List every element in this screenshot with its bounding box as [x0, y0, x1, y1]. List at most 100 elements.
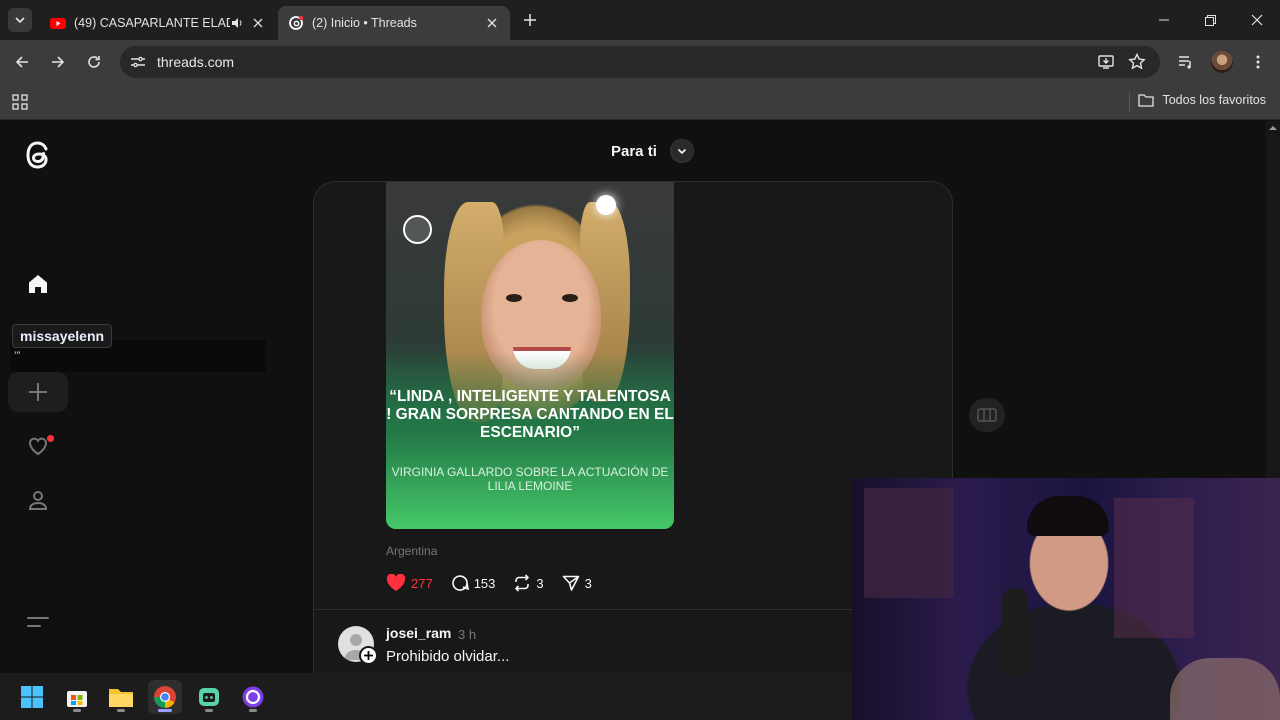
account-tooltip: missayelenn	[12, 324, 113, 348]
user-icon	[28, 491, 48, 510]
threads-icon	[289, 15, 304, 30]
reply-text: Prohibido olvidar...	[386, 648, 510, 665]
chat-app[interactable]	[192, 680, 226, 714]
post-actions: 277 153 3 3	[386, 574, 610, 592]
like-count: 277	[411, 575, 433, 591]
bot-icon	[199, 688, 219, 706]
stage-light	[596, 195, 616, 215]
webcam-person-hair	[1027, 496, 1109, 536]
image-quote: “LINDA , INTELIGENTE Y TALENTOSA ! GRAN …	[386, 388, 674, 441]
tab-threads[interactable]: (2) Inicio • Threads	[278, 6, 510, 40]
tab-title: (49) CASAPARLANTE ELADIO CARRIÓN	[74, 16, 230, 30]
media-control-button[interactable]	[1175, 51, 1197, 73]
start-button[interactable]	[15, 680, 49, 714]
comment-icon	[451, 575, 469, 591]
store-app[interactable]	[60, 680, 94, 714]
close-tab-icon[interactable]	[250, 15, 266, 31]
running-indicator	[117, 709, 125, 712]
restore-icon	[1204, 14, 1216, 26]
more-menu-button[interactable]	[24, 608, 52, 636]
comment-button[interactable]: 153	[451, 574, 495, 592]
tab-search-button[interactable]	[8, 8, 32, 32]
webcam-hand	[1170, 658, 1280, 720]
folder-icon	[1138, 94, 1155, 107]
post-image[interactable]: “LINDA , INTELIGENTE Y TALENTOSA ! GRAN …	[386, 182, 674, 529]
url-text: threads.com	[157, 54, 235, 70]
assistant-app[interactable]	[236, 680, 270, 714]
arrow-left-icon	[15, 56, 28, 68]
menu-icon	[27, 617, 49, 627]
reply-timestamp: 3 h	[458, 627, 477, 642]
youtube-icon	[50, 18, 66, 29]
repost-icon	[515, 574, 530, 592]
columns-icon	[977, 408, 997, 422]
follow-button[interactable]	[359, 646, 378, 665]
minimize-icon	[1159, 19, 1169, 21]
avatar	[1211, 51, 1233, 73]
tab-title: (2) Inicio • Threads	[312, 16, 417, 30]
strip-glyph: ’”	[14, 350, 21, 362]
share-button[interactable]: 3	[562, 574, 592, 592]
media-brand-logo-icon	[403, 215, 432, 244]
threads-logo-icon[interactable]	[22, 137, 54, 173]
folder-icon	[109, 689, 133, 707]
webcam-background-door	[864, 488, 954, 598]
repost-count: 3	[536, 575, 544, 591]
chrome-app[interactable]	[148, 680, 182, 714]
repost-button[interactable]: 3	[513, 574, 544, 592]
circle-app-icon	[242, 686, 264, 708]
post-location[interactable]: Argentina	[386, 544, 437, 558]
file-explorer-app[interactable]	[104, 680, 138, 714]
apps-grid-icon[interactable]	[12, 94, 28, 110]
profile-nav[interactable]	[24, 486, 52, 514]
notification-dot	[47, 435, 54, 442]
store-icon	[67, 691, 87, 707]
plus-icon	[29, 383, 47, 401]
home-nav[interactable]	[24, 270, 52, 298]
address-bar[interactable]: threads.com	[120, 46, 1160, 78]
running-indicator	[249, 709, 257, 712]
plus-icon	[524, 14, 536, 26]
chevron-down-icon	[677, 148, 687, 155]
send-icon	[562, 575, 579, 591]
scroll-up-icon[interactable]	[1266, 122, 1280, 134]
speaker-icon[interactable]	[230, 16, 244, 30]
profile-button[interactable]	[1211, 51, 1233, 73]
feed-title: Para ti	[611, 143, 657, 160]
like-button[interactable]: 277	[386, 574, 433, 592]
arrow-right-icon	[52, 56, 65, 68]
close-tab-icon[interactable]	[484, 15, 500, 31]
reload-icon	[88, 56, 100, 68]
browser-tab-strip: (49) CASAPARLANTE ELADIO CARRIÓN (2) Ini…	[0, 0, 1280, 40]
active-indicator	[158, 709, 172, 712]
minimize-button[interactable]	[1154, 10, 1174, 30]
share-count: 3	[584, 575, 592, 591]
more-vertical-icon	[1256, 55, 1260, 69]
close-window-button[interactable]	[1247, 10, 1267, 30]
bookmarks-bar: Todos los favoritos	[0, 84, 1280, 120]
tab-youtube[interactable]: (49) CASAPARLANTE ELADIO CARRIÓN	[40, 6, 276, 40]
back-button[interactable]	[11, 51, 33, 73]
forward-button[interactable]	[47, 51, 69, 73]
site-info-icon[interactable]	[126, 50, 150, 74]
restore-button[interactable]	[1200, 10, 1220, 30]
all-bookmarks-label: Todos los favoritos	[1162, 93, 1266, 107]
star-icon[interactable]	[1128, 53, 1146, 71]
create-post-button[interactable]	[8, 372, 68, 412]
reply-username[interactable]: josei_ram	[386, 625, 451, 641]
running-indicator	[73, 709, 81, 712]
chevron-down-icon	[15, 17, 25, 24]
chrome-icon	[154, 686, 176, 708]
menu-button[interactable]	[1247, 51, 1269, 73]
install-app-icon[interactable]	[1098, 54, 1114, 70]
webcam-overlay	[852, 478, 1280, 720]
feed-selector-button[interactable]	[670, 139, 694, 163]
photo-eye-left	[506, 294, 522, 302]
all-bookmarks-button[interactable]: Todos los favoritos	[1138, 93, 1266, 107]
add-column-button[interactable]	[969, 398, 1005, 432]
browser-toolbar: threads.com	[0, 40, 1280, 84]
photo-eye-right	[562, 294, 578, 302]
reload-button[interactable]	[83, 51, 105, 73]
new-tab-button[interactable]	[520, 10, 540, 30]
close-icon	[1251, 14, 1263, 26]
